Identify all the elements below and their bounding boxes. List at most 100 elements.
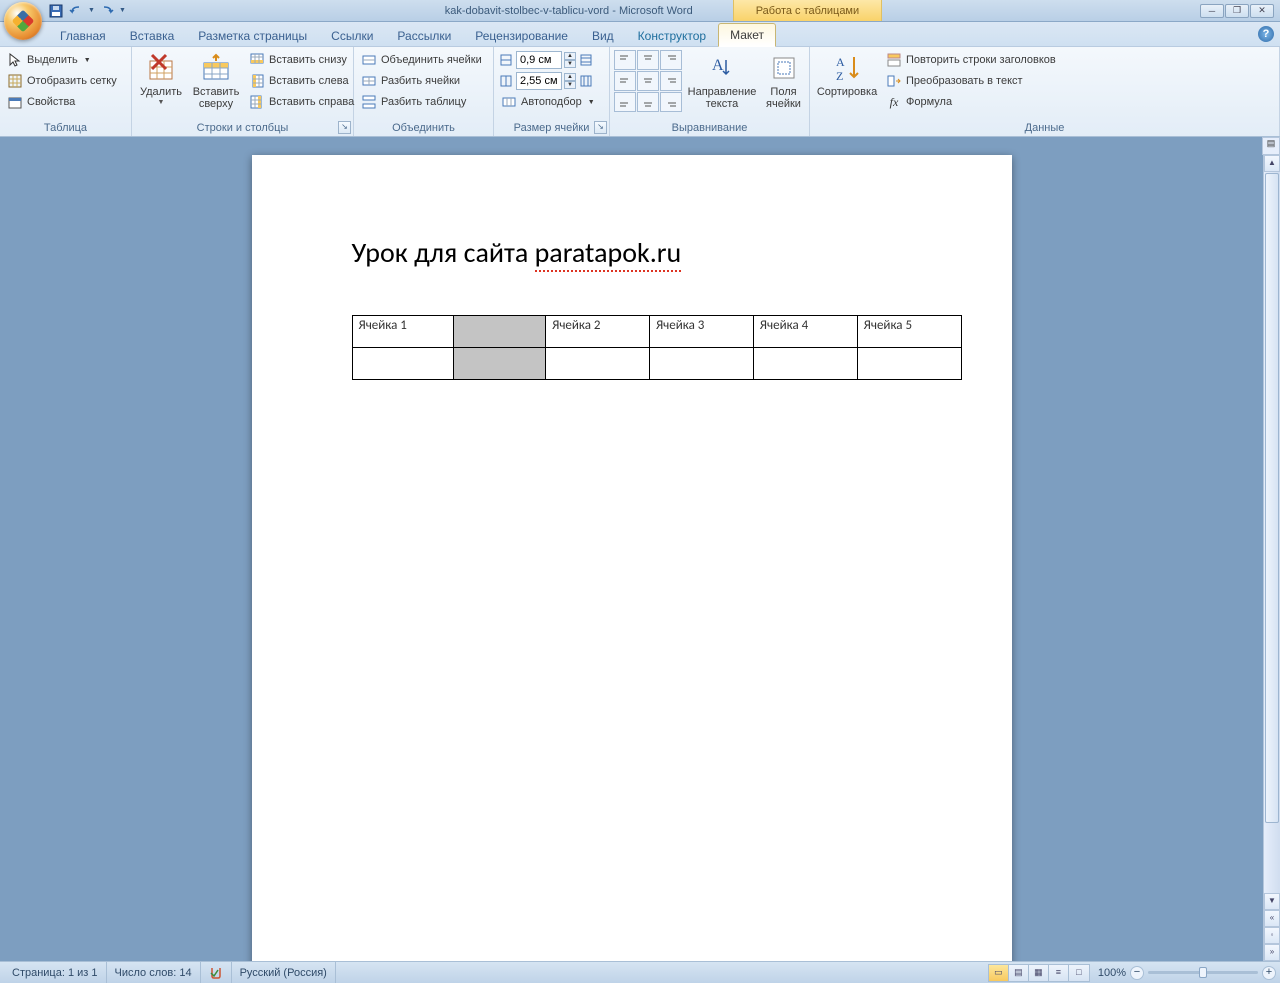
minimize-button[interactable]: ─ xyxy=(1200,4,1224,18)
convert-icon xyxy=(886,73,902,89)
width-icon xyxy=(498,73,514,89)
autofit-button[interactable]: Автоподбор ▼ xyxy=(498,92,598,112)
split-cells-button[interactable]: Разбить ячейки xyxy=(358,71,485,91)
browse-object-icon[interactable]: ◦ xyxy=(1264,927,1280,944)
view-web-icon[interactable]: ▦ xyxy=(1029,965,1049,981)
formula-button[interactable]: fx Формула xyxy=(883,92,1059,112)
table-cell[interactable]: Ячейка 3 xyxy=(649,316,753,348)
table-cell[interactable] xyxy=(352,348,454,380)
insert-right-button[interactable]: Вставить справа xyxy=(246,92,357,112)
align-tl[interactable] xyxy=(614,50,636,70)
align-mr[interactable] xyxy=(660,71,682,91)
insert-below-button[interactable]: Вставить снизу xyxy=(246,50,357,70)
tab-view[interactable]: Вид xyxy=(580,24,626,47)
merge-cells-button[interactable]: Объединить ячейки xyxy=(358,50,485,70)
tab-review[interactable]: Рецензирование xyxy=(463,24,580,47)
status-page[interactable]: Страница: 1 из 1 xyxy=(4,962,107,983)
scroll-up-icon[interactable]: ▲ xyxy=(1264,155,1280,172)
group-table: Выделить ▼ Отобразить сетку Свойства Таб… xyxy=(0,47,132,136)
height-spin[interactable]: ▲▼ xyxy=(564,52,576,68)
select-button[interactable]: Выделить ▼ xyxy=(4,50,120,70)
tab-insert[interactable]: Вставка xyxy=(118,24,187,47)
table-cell[interactable]: Ячейка 1 xyxy=(352,316,454,348)
zoom-in-icon[interactable]: + xyxy=(1262,966,1276,980)
view-print-icon[interactable]: ▭ xyxy=(989,965,1009,981)
group-size-launcher[interactable]: ↘ xyxy=(594,121,607,134)
save-icon[interactable] xyxy=(47,2,65,20)
group-size-label: Размер ячейки xyxy=(498,120,605,136)
align-br[interactable] xyxy=(660,92,682,112)
sort-button[interactable]: AZ Сортировка xyxy=(814,50,880,100)
prev-page-icon[interactable]: « xyxy=(1264,910,1280,927)
zoom-out-icon[interactable]: − xyxy=(1130,966,1144,980)
vertical-scrollbar[interactable]: ▤ ▲ ▼ « ◦ » xyxy=(1263,137,1280,961)
convert-text-button[interactable]: Преобразовать в текст xyxy=(883,71,1059,91)
align-ml[interactable] xyxy=(614,71,636,91)
align-bc[interactable] xyxy=(637,92,659,112)
col-width-input[interactable] xyxy=(516,72,562,90)
split-table-button[interactable]: Разбить таблицу xyxy=(358,92,485,112)
view-reading-icon[interactable]: ▤ xyxy=(1009,965,1029,981)
zoom-value[interactable]: 100% xyxy=(1098,967,1126,979)
next-page-icon[interactable]: » xyxy=(1264,944,1280,961)
tab-design[interactable]: Конструктор xyxy=(626,24,718,47)
table-cell[interactable] xyxy=(753,348,857,380)
align-tc[interactable] xyxy=(637,50,659,70)
text-direction-button[interactable]: A Направление текста xyxy=(685,50,759,112)
cell-margins-button[interactable]: Поля ячейки xyxy=(762,50,805,112)
table-cell[interactable] xyxy=(546,348,650,380)
table-cell[interactable]: Ячейка 2 xyxy=(546,316,650,348)
help-icon[interactable]: ? xyxy=(1258,26,1274,42)
insert-above-button[interactable]: Вставить сверху xyxy=(189,50,243,112)
show-grid-button[interactable]: Отобразить сетку xyxy=(4,71,120,91)
zoom-slider[interactable] xyxy=(1148,971,1258,974)
distribute-rows-icon[interactable] xyxy=(578,52,594,68)
select-label: Выделить xyxy=(27,54,78,66)
status-words[interactable]: Число слов: 14 xyxy=(107,962,201,983)
scroll-track[interactable] xyxy=(1264,824,1280,893)
office-button[interactable] xyxy=(4,2,42,40)
qat-customize-icon[interactable]: ▼ xyxy=(118,5,127,16)
zoom-knob[interactable] xyxy=(1199,967,1207,978)
table-cell-selected[interactable] xyxy=(454,348,546,380)
properties-button[interactable]: Свойства xyxy=(4,92,120,112)
status-proofing[interactable] xyxy=(201,962,232,983)
restore-button[interactable]: ❐ xyxy=(1225,4,1249,18)
document-title: kak-dobavit-stolbec-v-tablicu-vord - Mic… xyxy=(445,5,693,17)
document-heading[interactable]: Урок для сайта paratapok.ru xyxy=(352,235,912,270)
scroll-down-icon[interactable]: ▼ xyxy=(1264,893,1280,910)
scroll-thumb[interactable] xyxy=(1265,173,1279,823)
redo-icon[interactable] xyxy=(98,2,116,20)
tab-layout[interactable]: Макет xyxy=(718,23,776,47)
table-cell[interactable] xyxy=(857,348,961,380)
distribute-cols-icon[interactable] xyxy=(578,73,594,89)
table-cell[interactable] xyxy=(649,348,753,380)
row-height-input[interactable] xyxy=(516,51,562,69)
col-width-field[interactable]: ▲▼ xyxy=(498,71,598,91)
tab-references[interactable]: Ссылки xyxy=(319,24,385,47)
align-tr[interactable] xyxy=(660,50,682,70)
tab-home[interactable]: Главная xyxy=(48,24,118,47)
status-language[interactable]: Русский (Россия) xyxy=(232,962,336,983)
document-viewport[interactable]: Урок для сайта paratapok.ru Ячейка 1 Яче… xyxy=(0,137,1263,961)
undo-icon[interactable] xyxy=(67,2,85,20)
view-outline-icon[interactable]: ≡ xyxy=(1049,965,1069,981)
close-button[interactable]: ✕ xyxy=(1250,4,1274,18)
align-bl[interactable] xyxy=(614,92,636,112)
width-spin[interactable]: ▲▼ xyxy=(564,73,576,89)
insert-left-button[interactable]: Вставить слева xyxy=(246,71,357,91)
ruler-toggle-icon[interactable]: ▤ xyxy=(1262,137,1280,155)
group-rows-launcher[interactable]: ↘ xyxy=(338,121,351,134)
tab-page-layout[interactable]: Разметка страницы xyxy=(186,24,319,47)
delete-button[interactable]: Удалить ▼ xyxy=(136,50,186,111)
table-cell-selected[interactable] xyxy=(454,316,546,348)
table-cell[interactable]: Ячейка 5 xyxy=(857,316,961,348)
row-height-field[interactable]: ▲▼ xyxy=(498,50,598,70)
table-cell[interactable]: Ячейка 4 xyxy=(753,316,857,348)
document-table[interactable]: Ячейка 1 Ячейка 2 Ячейка 3 Ячейка 4 Ячей… xyxy=(352,315,962,380)
align-mc[interactable] xyxy=(637,71,659,91)
tab-mailings[interactable]: Рассылки xyxy=(385,24,463,47)
view-draft-icon[interactable]: □ xyxy=(1069,965,1089,981)
repeat-header-button[interactable]: Повторить строки заголовков xyxy=(883,50,1059,70)
undo-dropdown-icon[interactable]: ▼ xyxy=(87,5,96,16)
